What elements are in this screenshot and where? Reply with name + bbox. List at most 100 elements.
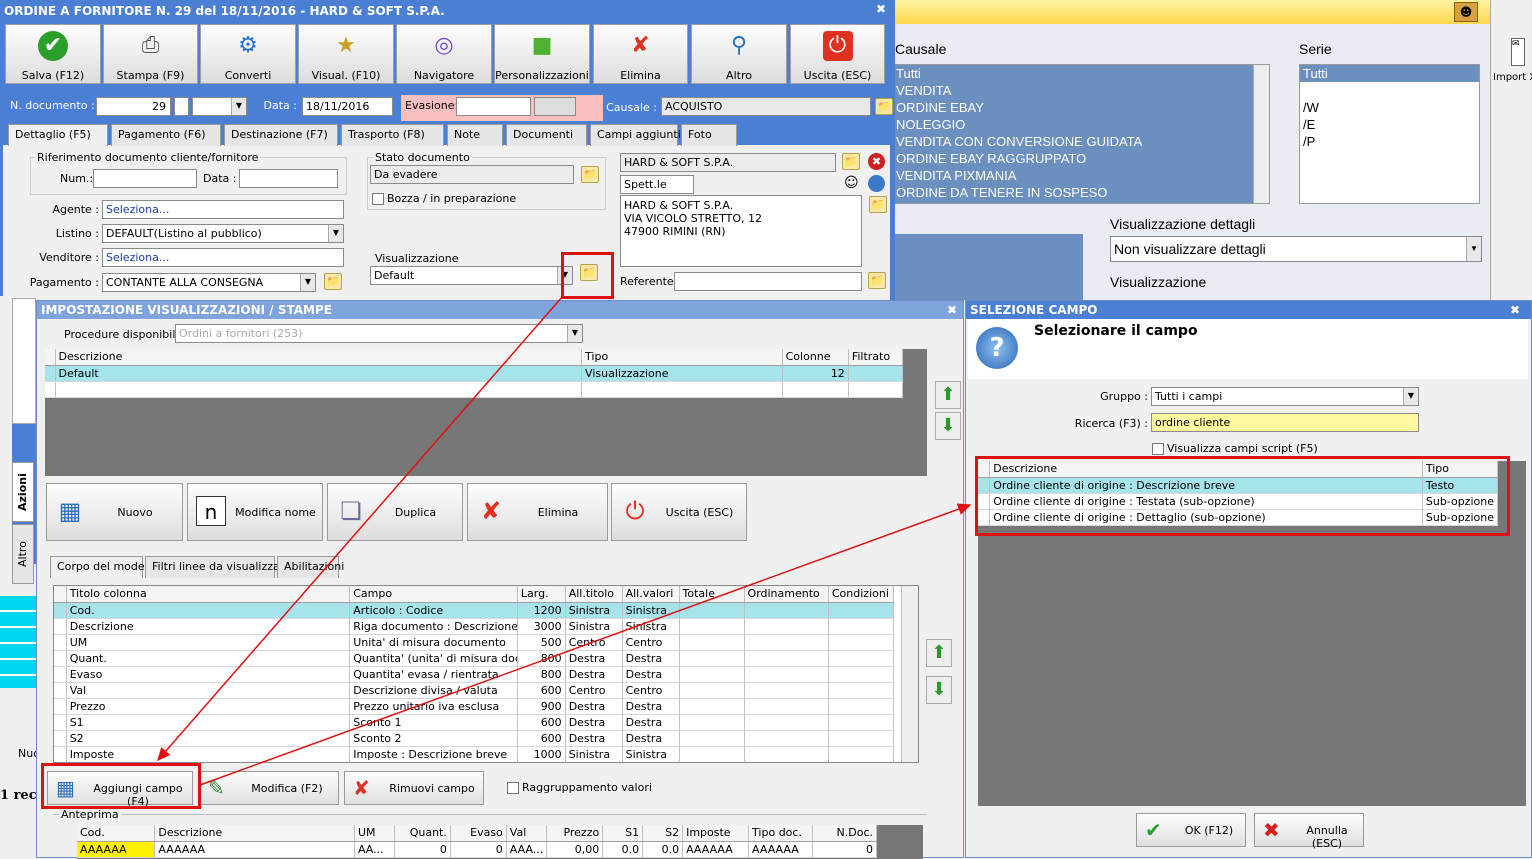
table-row[interactable]: Imposte Imposte : Descrizione breve 1000 Si… <box>54 746 895 762</box>
column-header[interactable]: Campo <box>349 586 518 603</box>
spett-field[interactable]: Spett.le <box>620 175 694 194</box>
tab-1[interactable]: Pagamento (F6) <box>111 124 221 146</box>
folder-icon[interactable]: 📁 <box>842 153 860 170</box>
table-row[interactable]: Default Visualizzazione 12 <box>45 365 904 382</box>
raggruppamento-checkbox[interactable]: Raggruppamento valori <box>507 781 652 794</box>
causale-item[interactable]: VENDITA <box>894 82 1269 99</box>
duplica-button[interactable]: ❏ Duplica <box>327 483 463 541</box>
personalizzazioni-button[interactable]: ■ Personalizzazioni <box>494 24 590 84</box>
column-header[interactable]: Colonne <box>782 349 849 366</box>
nuovo-button[interactable]: ▦ Nuovo <box>46 483 183 541</box>
visual-f10-button[interactable]: ★ Visual. (F10) <box>298 24 394 84</box>
pagamento-select[interactable]: CONTANTE ALLA CONSEGNA ▼ <box>102 273 316 292</box>
tab-1[interactable]: Filtri linee da visualizzare <box>145 556 291 578</box>
close-icon[interactable]: ✖ <box>876 2 886 16</box>
tab-0[interactable]: Corpo del modello <box>50 556 157 578</box>
rimuovi-campo-button[interactable]: ✘ Rimuovi campo <box>344 771 484 805</box>
n-documento-field[interactable]: 29 <box>96 97 171 116</box>
colonne-scrollbar[interactable] <box>901 586 918 762</box>
column-header[interactable]: All.valori <box>622 586 680 603</box>
table-row[interactable] <box>45 381 904 398</box>
chevron-down-icon[interactable]: ▼ <box>1466 237 1481 261</box>
causale-item[interactable]: VENDITA CON CONVERSIONE GUIDATA <box>894 133 1269 150</box>
chevron-down-icon[interactable]: ▼ <box>1403 388 1418 405</box>
folder-icon[interactable]: 📁 <box>581 166 599 183</box>
import-label[interactable]: Import X <box>1493 72 1532 83</box>
serie-select[interactable]: ▼ <box>192 97 247 116</box>
causale-item[interactable]: NOLEGGIO <box>894 116 1269 133</box>
checkbox-icon[interactable] <box>1152 443 1164 455</box>
column-header[interactable]: Condizioni <box>828 586 895 603</box>
elimina-button[interactable]: ✘ Elimina <box>467 483 608 541</box>
folder-icon[interactable]: 📁 <box>875 98 893 115</box>
folder-icon[interactable]: 📁 <box>324 273 342 290</box>
globe-icon[interactable] <box>868 175 885 192</box>
bozza-checkbox[interactable]: Bozza / in preparazione <box>372 192 516 205</box>
column-header[interactable]: Totale <box>679 586 745 603</box>
serie-mini-field[interactable] <box>174 97 189 116</box>
agente-field[interactable]: Seleziona... <box>102 200 344 219</box>
causale-item[interactable]: ORDINE DA TENERE IN SOSPESO <box>894 184 1269 201</box>
serie-item[interactable]: Tutti <box>1300 65 1479 82</box>
indirizzo-field[interactable]: HARD & SOFT S.P.A. VIA VICOLO STRETTO, 1… <box>620 195 862 267</box>
checkbox-icon[interactable] <box>372 193 384 205</box>
tab-3[interactable]: Trasporto (F8) <box>341 124 444 146</box>
table-row[interactable]: UM Unita' di misura documento 500 Centro Cen… <box>54 634 895 651</box>
tab-5[interactable]: Documenti <box>506 124 587 146</box>
side-tab-altro[interactable]: Altro <box>12 524 34 584</box>
column-header[interactable]: Filtrato <box>848 349 904 366</box>
ricerca-field[interactable]: ordine cliente <box>1151 413 1419 432</box>
table-row[interactable]: S1 Sconto 1 600 Destra Destra <box>54 714 895 731</box>
tab-6[interactable]: Campi aggiuntivi <box>590 124 690 146</box>
table-row[interactable]: Quant.Quantita' (unita' di misura docu..… <box>54 650 895 667</box>
causale-item[interactable]: Tutti <box>894 65 1269 82</box>
delete-icon[interactable]: ✖ <box>868 153 885 170</box>
users-icon[interactable]: ☻ <box>1454 2 1478 22</box>
serie-item[interactable]: /W <box>1300 99 1479 116</box>
data-field[interactable]: 18/11/2016 <box>302 97 393 116</box>
column-header[interactable]: Descrizione <box>55 349 583 366</box>
script-checkbox[interactable]: Visualizza campi script (F5) <box>1152 442 1318 455</box>
side-tab-azioni[interactable]: Azioni <box>12 462 34 522</box>
column-header[interactable]: Ordinamento <box>744 586 829 603</box>
table-row[interactable]: Cod. Articolo : Codice 1200 Sinistra Sinistr… <box>54 602 895 619</box>
table-row[interactable]: Evaso Quantita' evasa / rientrata 800 Destr… <box>54 666 895 683</box>
uscita-esc-button[interactable]: ⏻ Uscita (ESC) <box>611 483 747 541</box>
serie-list[interactable]: Tutti/W/E/P <box>1299 64 1480 204</box>
table-row[interactable]: Val Descrizione divisa / valuta 600 Centro C… <box>54 682 895 699</box>
tab-7[interactable]: Foto <box>681 124 737 146</box>
uscita-esc-button[interactable]: ⏻ Uscita (ESC) <box>790 24 885 84</box>
person-icon[interactable]: ☺ <box>844 175 859 191</box>
causale-item[interactable]: ORDINE EBAY <box>894 99 1269 116</box>
num-field[interactable] <box>93 169 197 188</box>
serie-item[interactable]: /P <box>1300 133 1479 150</box>
folder-icon[interactable]: 📁 <box>868 272 886 289</box>
table-row[interactable]: Prezzo Prezzo unitario iva esclusa 900 Dest… <box>54 698 895 715</box>
move-down-icon[interactable]: ⬇ <box>935 412 961 440</box>
chevron-down-icon[interactable]: ▼ <box>567 325 582 342</box>
altro-button[interactable]: ⚲ Altro <box>691 24 787 84</box>
chevron-down-icon[interactable]: ▼ <box>231 98 246 115</box>
venditore-field[interactable]: Seleziona... <box>102 248 344 267</box>
chevron-down-icon[interactable]: ▼ <box>328 225 343 242</box>
column-header[interactable]: Tipo <box>581 349 783 366</box>
evasione-field-2[interactable] <box>534 97 576 116</box>
modifica-button[interactable]: ✎ Modifica (F2) <box>199 771 339 805</box>
table-row[interactable]: Descrizione Riga documento : Descrizione 3… <box>54 618 895 635</box>
import-icon[interactable]: ✉ <box>1511 38 1525 66</box>
causale-item[interactable]: ORDINE EBAY RAGGRUPPATO <box>894 150 1269 167</box>
column-header[interactable]: Larg. <box>517 586 566 603</box>
close-icon[interactable]: ✖ <box>1510 303 1520 317</box>
serie-item[interactable] <box>1300 82 1479 99</box>
stampa-f9-button[interactable]: ⎙ Stampa (F9) <box>103 24 198 84</box>
navigatore-button[interactable]: ◎ Navigatore <box>396 24 492 84</box>
evasione-field[interactable] <box>456 97 531 116</box>
elimina-button[interactable]: ✘ Elimina <box>593 24 688 84</box>
move-up-icon[interactable]: ⬆ <box>926 639 952 667</box>
visual-select[interactable]: Default ▼ <box>370 266 573 285</box>
salva-f12-button[interactable]: ✔ Salva (F12) <box>5 24 101 84</box>
annulla-button[interactable]: ✖ Annulla (ESC) <box>1254 813 1364 850</box>
causale-scrollbar[interactable] <box>1253 65 1269 203</box>
checkbox-icon[interactable] <box>507 782 519 794</box>
tab-0[interactable]: Dettaglio (F5) <box>8 124 108 146</box>
